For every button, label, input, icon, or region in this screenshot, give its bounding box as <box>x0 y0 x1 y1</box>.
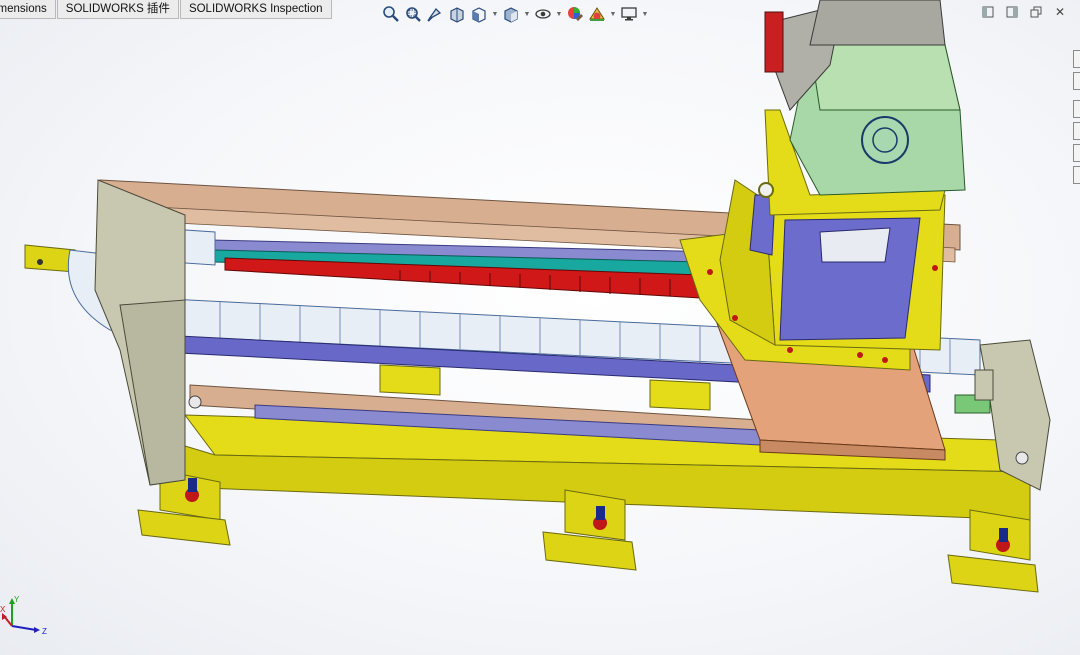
cad-assembly-model[interactable] <box>0 0 1080 655</box>
task-pane-tabs <box>1073 50 1080 188</box>
apply-scene-icon[interactable] <box>586 3 608 25</box>
command-manager-tabs: imensions SOLIDWORKS 插件 SOLIDWORKS Inspe… <box>0 0 333 20</box>
zoom-to-fit-icon[interactable] <box>380 3 402 25</box>
triad-x-label: X <box>0 605 6 614</box>
tab-dimensions[interactable]: imensions <box>0 0 56 19</box>
heads-up-view-toolbar: ▼ ▼ ▼ ▼ ▼ <box>380 3 650 25</box>
reference-triad: Y Z X <box>0 595 47 636</box>
display-style-icon[interactable] <box>500 3 522 25</box>
restore-window-icon[interactable] <box>1024 5 1048 19</box>
edit-appearance-icon[interactable] <box>564 3 586 25</box>
document-window-controls: ✕ <box>976 5 1072 19</box>
chevron-down-icon[interactable]: ▼ <box>490 11 500 18</box>
triad-z-label: Z <box>42 627 47 636</box>
tab-solidworks-inspection[interactable]: SOLIDWORKS Inspection <box>179 0 332 19</box>
zoom-to-area-icon[interactable] <box>402 3 424 25</box>
task-pane-appearances-tab[interactable] <box>1073 144 1080 162</box>
chevron-down-icon[interactable]: ▼ <box>608 11 618 18</box>
graphics-viewport[interactable]: imensions SOLIDWORKS 插件 SOLIDWORKS Inspe… <box>0 0 1080 655</box>
motor-fan-grille <box>861 116 909 164</box>
task-pane-view-palette-tab[interactable] <box>1073 122 1080 140</box>
triad-y-label: Y <box>14 595 20 604</box>
chevron-down-icon[interactable]: ▼ <box>522 11 532 18</box>
close-window-icon[interactable]: ✕ <box>1048 5 1072 19</box>
view-settings-icon[interactable] <box>618 3 640 25</box>
previous-view-icon[interactable] <box>424 3 446 25</box>
section-view-icon[interactable] <box>446 3 468 25</box>
tile-left-icon[interactable] <box>976 5 1000 19</box>
foot-right[interactable] <box>947 554 1039 593</box>
chevron-down-icon[interactable]: ▼ <box>554 11 564 18</box>
task-pane-custom-properties-tab[interactable] <box>1073 166 1080 184</box>
tile-right-icon[interactable] <box>1000 5 1024 19</box>
chevron-down-icon[interactable]: ▼ <box>640 11 650 18</box>
view-orientation-icon[interactable] <box>468 3 490 25</box>
hide-show-items-icon[interactable] <box>532 3 554 25</box>
task-pane-file-explorer-tab[interactable] <box>1073 100 1080 118</box>
tab-solidworks-addins[interactable]: SOLIDWORKS 插件 <box>56 0 179 19</box>
task-pane-design-library-tab[interactable] <box>1073 72 1080 90</box>
task-pane-resources-tab[interactable] <box>1073 50 1080 68</box>
